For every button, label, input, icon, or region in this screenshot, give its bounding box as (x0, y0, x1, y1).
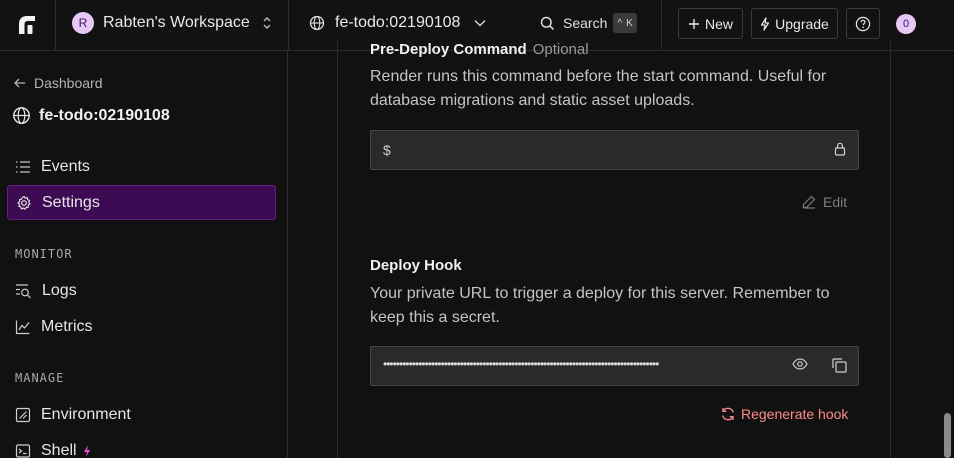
shortcut-key: K (626, 17, 633, 29)
sidebar-item-metrics[interactable]: Metrics (7, 309, 276, 344)
sidebar-item-shell[interactable]: Shell (7, 433, 276, 458)
scrollbar-track[interactable] (941, 51, 954, 458)
terminal-icon (15, 443, 31, 458)
sidebar-item-logs[interactable]: Logs (7, 273, 276, 308)
copy-icon[interactable] (832, 358, 847, 373)
service-switcher[interactable]: fe-todo:02190108 (309, 11, 486, 35)
optional-label: Optional (532, 41, 589, 58)
pre-deploy-description: Render runs this command before the star… (370, 68, 827, 109)
back-label: Dashboard (34, 75, 103, 91)
list-icon (15, 160, 31, 174)
search-button[interactable]: Search ^ K (540, 12, 637, 34)
section-label-monitor: MONITOR (15, 247, 73, 261)
service-title-text: fe-todo:02190108 (39, 106, 170, 124)
sidebar-item-label: Settings (42, 193, 100, 211)
pre-deploy-title: Pre-Deploy Command Optional (370, 41, 589, 58)
eye-icon[interactable] (792, 358, 808, 370)
deploy-hook-url-field[interactable]: ••••••••••••••••••••••••••••••••••••••••… (370, 346, 859, 386)
globe-icon (12, 106, 31, 125)
refresh-icon (721, 407, 735, 421)
help-button[interactable] (846, 8, 880, 39)
shortcut-badge: ^ K (613, 13, 637, 33)
shortcut-mod: ^ (617, 17, 623, 29)
logs-search-icon (15, 283, 32, 299)
notifications-badge[interactable]: 0 (896, 14, 916, 34)
upgrade-button[interactable]: Upgrade (751, 8, 838, 39)
bolt-icon (83, 445, 91, 457)
sidebar-item-label: Events (41, 157, 90, 175)
service-name: fe-todo:02190108 (335, 14, 461, 31)
edit-button[interactable]: Edit (802, 194, 847, 210)
bolt-icon (760, 16, 770, 31)
chart-icon (15, 319, 31, 335)
deploy-hook-title: Deploy Hook (370, 257, 462, 274)
new-button[interactable]: New (678, 8, 743, 39)
render-logo-icon[interactable] (16, 13, 38, 35)
deploy-hook-description: Your private URL to trigger a deploy for… (370, 285, 830, 326)
pencil-icon (802, 195, 816, 209)
sidebar-item-label: Metrics (41, 317, 93, 335)
sidebar-item-events[interactable]: Events (7, 149, 276, 184)
divider (288, 0, 289, 50)
workspace-name: Rabten's Workspace (103, 14, 250, 31)
sidebar-item-label: Shell (41, 441, 77, 458)
section-label-manage: MANAGE (15, 371, 65, 385)
search-label: Search (563, 15, 608, 31)
lock-icon (834, 142, 846, 156)
main-content: Pre-Deploy Command Optional Render runs t… (289, 41, 954, 458)
sidebar-item-label: Environment (41, 405, 131, 423)
chevron-down-icon (474, 19, 486, 27)
divider (55, 0, 56, 50)
chevron-up-down-icon (262, 15, 272, 31)
help-icon (855, 16, 871, 32)
pre-deploy-title-text: Pre-Deploy Command (370, 41, 527, 58)
pre-deploy-command-field[interactable]: $ (370, 130, 859, 170)
arrow-left-icon (14, 78, 26, 88)
edit-label: Edit (823, 194, 848, 210)
plus-icon (688, 18, 700, 30)
new-label: New (704, 15, 733, 32)
workspace-avatar: R (72, 12, 94, 34)
service-title: fe-todo:02190108 (12, 106, 170, 125)
sidebar-item-label: Logs (42, 281, 77, 299)
regenerate-label: Regenerate hook (741, 406, 849, 422)
workspace-switcher[interactable]: R Rabten's Workspace (72, 11, 272, 35)
environment-icon (15, 407, 31, 423)
masked-hook-url: ••••••••••••••••••••••••••••••••••••••••… (383, 357, 659, 371)
back-to-dashboard-link[interactable]: Dashboard (14, 75, 103, 91)
sidebar-item-settings[interactable]: Settings (7, 185, 276, 220)
command-prefix: $ (383, 142, 391, 158)
gear-icon (16, 195, 32, 211)
regenerate-hook-button[interactable]: Regenerate hook (721, 406, 848, 422)
upgrade-label: Upgrade (775, 15, 829, 32)
sidebar-item-environment[interactable]: Environment (7, 397, 276, 432)
scrollbar-thumb[interactable] (944, 413, 951, 458)
globe-icon (309, 15, 325, 31)
sidebar: Dashboard fe-todo:02190108 Events Settin… (0, 51, 288, 458)
search-icon (540, 16, 555, 31)
